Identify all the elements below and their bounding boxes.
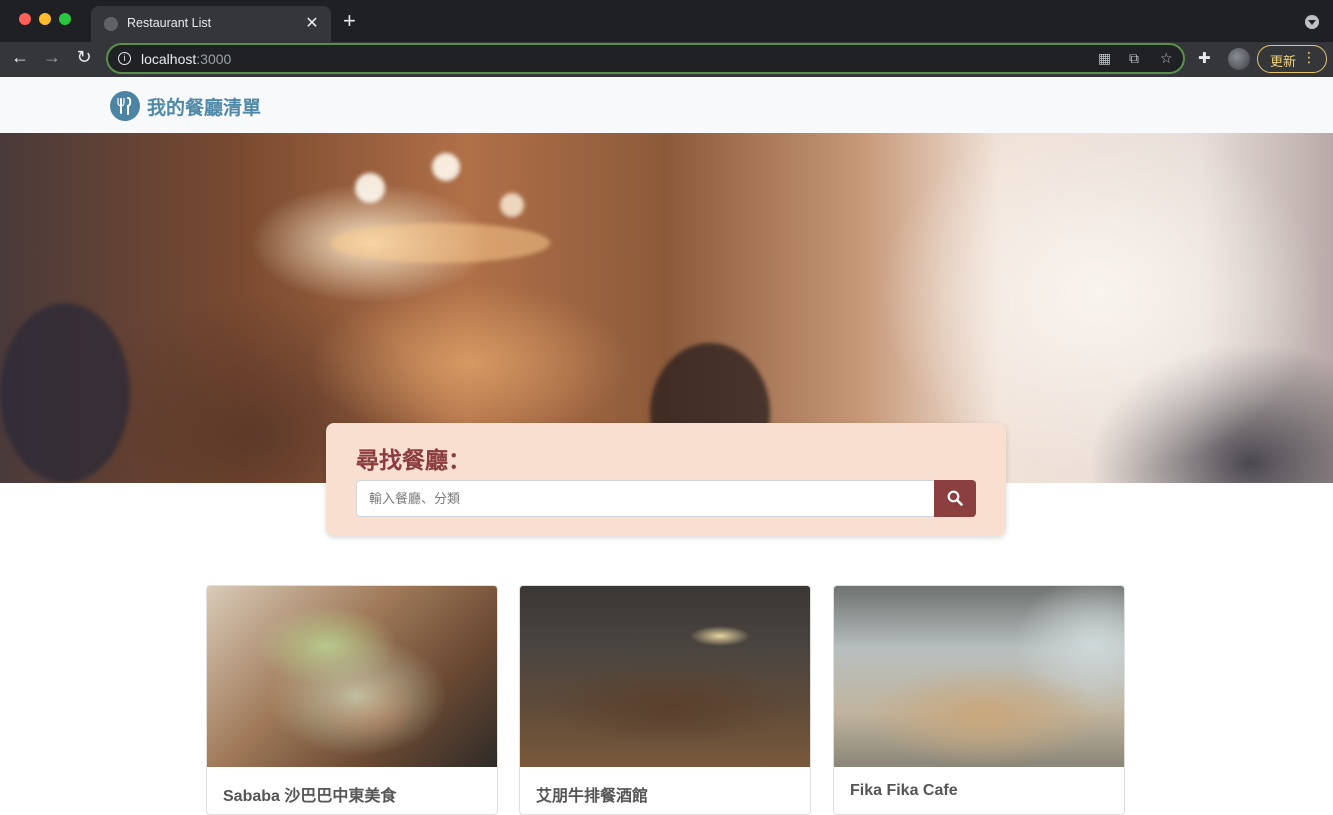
profile-avatar[interactable] <box>1228 48 1250 70</box>
hero-light <box>330 223 550 263</box>
brand-title[interactable]: 我的餐廳清單 <box>147 93 261 120</box>
restaurant-card[interactable]: Sababa 沙巴巴中東美食 <box>206 585 498 815</box>
search-title: 尋找餐廳： <box>356 447 471 473</box>
hero-light <box>355 173 385 203</box>
url-port: :3000 <box>196 51 232 67</box>
restaurant-name: 艾朋牛排餐酒館 <box>536 788 649 805</box>
browser-toolbar: ← → ↻ i localhost:3000 ▦ ⧉ ☆ ✚ 更新 ⋮ <box>0 42 1333 77</box>
tab-title: Restaurant List <box>127 16 212 30</box>
restaurant-image[interactable] <box>520 586 810 767</box>
browser-tab-strip: Restaurant List ✕ + <box>0 0 1333 42</box>
new-tab-button[interactable]: + <box>343 8 356 34</box>
globe-icon <box>104 17 118 31</box>
bookmark-star-icon[interactable]: ☆ <box>1160 50 1173 67</box>
search-input[interactable] <box>356 480 934 517</box>
reload-icon[interactable]: ↻ <box>72 47 96 68</box>
restaurant-image[interactable] <box>834 586 1124 767</box>
window-zoom-button[interactable] <box>59 13 71 25</box>
tab-search-icon[interactable] <box>1305 15 1319 29</box>
extensions-puzzle-icon[interactable]: ✚ <box>1198 49 1211 67</box>
restaurant-image[interactable] <box>207 586 497 767</box>
search-icon <box>947 490 963 506</box>
site-navbar: 我的餐廳清單 <box>0 77 1333 133</box>
restaurant-name: Fika Fika Cafe <box>850 782 958 799</box>
info-icon[interactable]: i <box>118 52 131 65</box>
qr-code-icon[interactable]: ▦ <box>1098 50 1111 67</box>
forward-arrow-icon[interactable]: → <box>40 47 64 68</box>
window-close-button[interactable] <box>19 13 31 25</box>
update-label: 更新 <box>1270 54 1297 69</box>
address-bar[interactable]: i localhost:3000 ▦ ⧉ ☆ <box>106 43 1185 74</box>
utensils-icon[interactable] <box>110 91 140 121</box>
restaurant-card[interactable]: 艾朋牛排餐酒館 <box>519 585 811 815</box>
search-panel: 尋找餐廳： <box>326 423 1006 536</box>
restaurant-card[interactable]: Fika Fika Cafe <box>833 585 1125 815</box>
update-button[interactable]: 更新 ⋮ <box>1257 45 1327 73</box>
translate-icon[interactable]: ⧉ <box>1129 50 1139 67</box>
tab-close-icon[interactable]: ✕ <box>303 13 321 33</box>
url-text: localhost:3000 <box>141 51 231 67</box>
more-menu-icon[interactable]: ⋮ <box>1302 49 1316 66</box>
restaurant-name: Sababa 沙巴巴中東美食 <box>223 788 397 805</box>
url-host: localhost <box>141 51 197 67</box>
hero-light <box>432 153 460 181</box>
browser-tab-active[interactable]: Restaurant List ✕ <box>91 6 331 42</box>
search-button[interactable] <box>934 480 976 517</box>
hero-figure <box>0 303 130 483</box>
back-arrow-icon[interactable]: ← <box>8 47 32 68</box>
window-minimize-button[interactable] <box>39 13 51 25</box>
hero-light <box>500 193 524 217</box>
